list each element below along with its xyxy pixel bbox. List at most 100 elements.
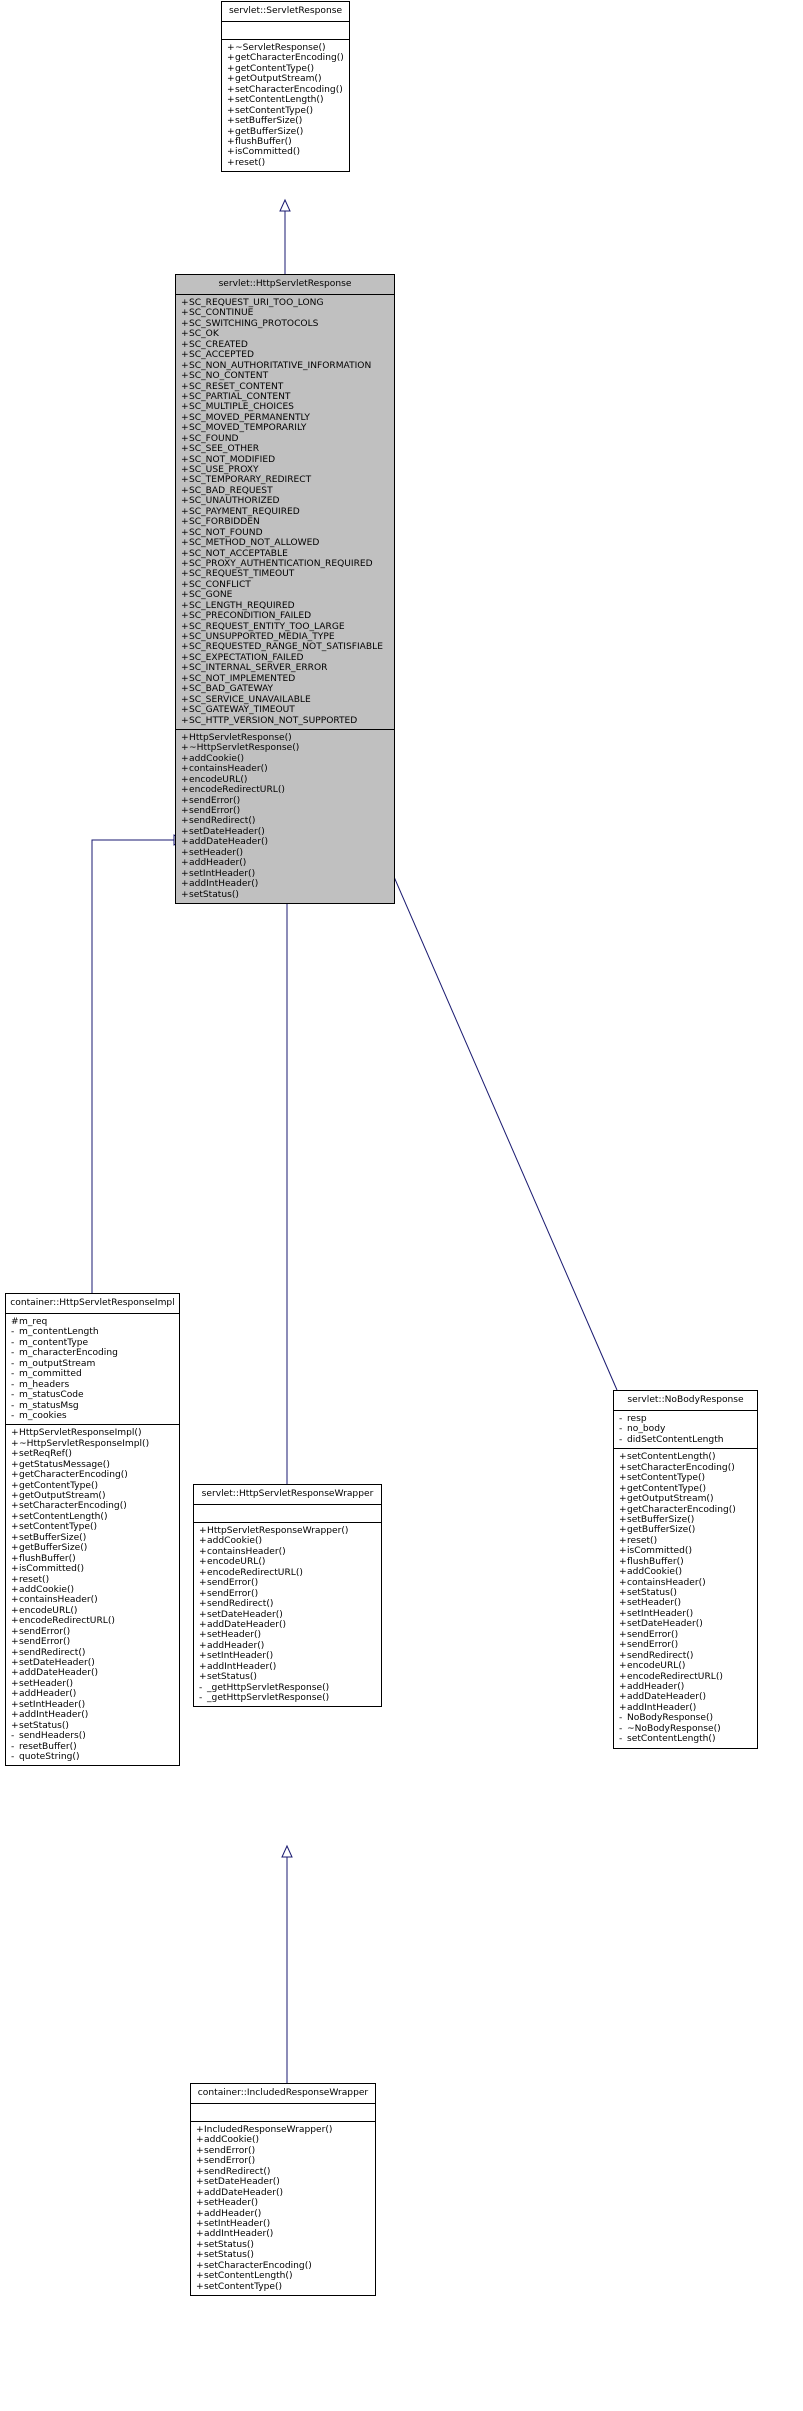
visibility-marker: + xyxy=(11,1574,19,1585)
visibility-marker: + xyxy=(196,2260,204,2271)
member-signature: setStatus() xyxy=(189,889,239,900)
visibility-marker: + xyxy=(181,816,189,827)
member-signature: setCharacterEncoding() xyxy=(204,2260,312,2271)
visibility-marker: + xyxy=(199,1630,207,1641)
member-signature: addDateHeader() xyxy=(627,1692,707,1703)
member-signature: isCommitted() xyxy=(235,147,301,158)
visibility-marker: + xyxy=(196,2198,204,2209)
class-box-servlet-servletresponse[interactable]: servlet::ServletResponse +~ServletRespon… xyxy=(221,1,350,173)
member-signature: NoBodyResponse() xyxy=(627,1713,714,1724)
visibility-marker: + xyxy=(11,1616,19,1627)
visibility-marker: + xyxy=(619,1514,627,1525)
member-row: +SC_GATEWAY_TIMEOUT xyxy=(181,705,391,715)
member-signature: encodeURL() xyxy=(189,774,248,785)
member-row: +setCharacterEncoding() xyxy=(196,2261,372,2271)
member-row: +addCookie() xyxy=(11,1585,176,1595)
member-row: +getStatusMessage() xyxy=(11,1460,176,1470)
visibility-marker: + xyxy=(227,136,235,147)
member-signature: flushBuffer() xyxy=(235,136,292,147)
visibility-marker: + xyxy=(11,1491,19,1501)
member-row: +addHeader() xyxy=(619,1682,754,1692)
member-signature: SC_NOT_FOUND xyxy=(189,527,263,538)
member-signature: addIntHeader() xyxy=(19,1710,89,1721)
member-signature: containsHeader() xyxy=(19,1595,98,1606)
visibility-marker: + xyxy=(181,506,189,517)
visibility-marker: - xyxy=(619,1424,623,1435)
member-row: +setIntHeader() xyxy=(11,1700,176,1710)
visibility-marker: + xyxy=(196,2187,204,2198)
member-row: +isCommitted() xyxy=(227,147,346,157)
member-row: +SC_GONE xyxy=(181,590,391,600)
member-signature: addCookie() xyxy=(204,2135,260,2146)
member-row: +sendError() xyxy=(11,1627,176,1637)
visibility-marker: + xyxy=(227,147,235,158)
visibility-marker: + xyxy=(196,2145,204,2156)
visibility-marker: + xyxy=(11,1449,19,1460)
member-signature: setCharacterEncoding() xyxy=(19,1501,127,1512)
member-row: +setDateHeader() xyxy=(11,1658,176,1668)
visibility-marker: + xyxy=(196,2271,204,2282)
visibility-marker: + xyxy=(199,1651,207,1662)
class-box-servlet-httpservletresponse[interactable]: servlet::HttpServletResponse +SC_REQUEST… xyxy=(175,274,395,904)
visibility-marker: + xyxy=(11,1564,19,1575)
member-row: +getCharacterEncoding() xyxy=(227,53,346,63)
visibility-marker: + xyxy=(619,1598,627,1609)
class-box-servlet-httpservletresponsewrapper[interactable]: servlet::HttpServletResponseWrapper +Htt… xyxy=(193,1484,382,1708)
member-signature: SC_METHOD_NOT_ALLOWED xyxy=(189,538,320,549)
member-signature: encodeRedirectURL() xyxy=(189,785,285,796)
visibility-marker: + xyxy=(199,1609,207,1620)
visibility-marker: + xyxy=(619,1556,627,1567)
member-row: +HttpServletResponse() xyxy=(181,733,391,743)
visibility-marker: + xyxy=(181,485,189,496)
member-row: +SC_MULTIPLE_CHOICES xyxy=(181,402,391,412)
class-box-container-includedresponsewrapper[interactable]: container::IncludedResponseWrapper +Incl… xyxy=(190,2083,376,2296)
visibility-marker: + xyxy=(196,2208,204,2219)
member-signature: setBufferSize() xyxy=(19,1532,87,1543)
member-signature: encodeURL() xyxy=(627,1661,686,1672)
member-signature: SC_CONTINUE xyxy=(189,308,254,319)
visibility-marker: + xyxy=(181,826,189,837)
member-signature: addCookie() xyxy=(189,753,245,764)
member-signature: addHeader() xyxy=(207,1640,265,1651)
member-signature: ~HttpServletResponseImpl() xyxy=(19,1438,150,1449)
member-row: - resp xyxy=(619,1414,754,1424)
member-row: +SC_OK xyxy=(181,329,391,339)
visibility-marker: + xyxy=(11,1710,19,1721)
member-signature: SC_CONFLICT xyxy=(189,579,251,590)
visibility-marker: + xyxy=(619,1577,627,1588)
member-signature: SC_SERVICE_UNAVAILABLE xyxy=(189,694,311,705)
visibility-marker: + xyxy=(181,423,189,434)
member-signature: setCharacterEncoding() xyxy=(627,1462,735,1473)
member-signature: reset() xyxy=(627,1535,658,1546)
edge-includedresponsewrapper-to-httpservletresponsewrapper xyxy=(281,1844,293,2083)
member-signature: HttpServletResponseImpl() xyxy=(19,1428,142,1439)
member-row: +getBufferSize() xyxy=(619,1525,754,1535)
member-row: +SC_SERVICE_UNAVAILABLE xyxy=(181,695,391,705)
member-signature: setContentLength() xyxy=(204,2271,293,2282)
class-box-container-httpservletresponseimpl[interactable]: container::HttpServletResponseImpl #m_re… xyxy=(5,1293,180,1767)
member-row: +SC_CONTINUE xyxy=(181,308,391,318)
member-signature: setIntHeader() xyxy=(189,868,256,879)
visibility-marker: - xyxy=(199,1693,203,1703)
member-row: - quoteString() xyxy=(11,1752,176,1762)
class-box-servlet-nobodyresponse[interactable]: servlet::NoBodyResponse - resp - no_body - di… xyxy=(613,1390,758,1749)
visibility-marker: + xyxy=(181,444,189,455)
visibility-marker: + xyxy=(196,2239,204,2250)
member-row: +reset() xyxy=(619,1536,754,1546)
member-signature: addIntHeader() xyxy=(189,879,259,890)
member-row: +encodeURL() xyxy=(619,1661,754,1671)
member-row: +sendRedirect() xyxy=(196,2167,372,2177)
visibility-marker: + xyxy=(619,1504,627,1515)
member-signature: SC_BAD_REQUEST xyxy=(189,485,273,496)
member-signature: m_statusCode xyxy=(19,1390,84,1401)
member-row: - no_body xyxy=(619,1424,754,1434)
member-signature: SC_NOT_ACCEPTABLE xyxy=(189,548,288,559)
visibility-marker: - xyxy=(619,1723,623,1734)
visibility-marker: + xyxy=(181,837,189,848)
visibility-marker: - xyxy=(619,1434,623,1445)
attributes-compartment: +SC_REQUEST_URI_TOO_LONG +SC_CONTINUE +SC_… xyxy=(176,295,394,729)
member-signature: setContentLength() xyxy=(19,1511,108,1522)
member-row: +setDateHeader() xyxy=(196,2177,372,2187)
member-row: +setBufferSize() xyxy=(227,116,346,126)
member-signature: getBufferSize() xyxy=(19,1543,88,1554)
